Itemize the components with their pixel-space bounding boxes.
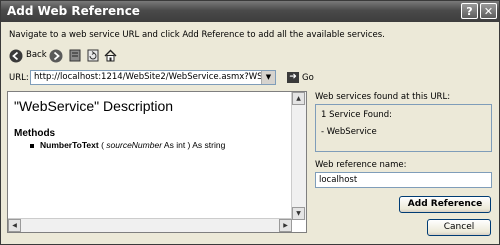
scroll-left-icon[interactable]: ◀ [8, 219, 21, 232]
help-button[interactable]: ? [461, 3, 478, 19]
services-found-label: Web services found at this URL: [315, 92, 451, 102]
method-name-link[interactable]: NumberToText [40, 140, 99, 150]
back-button[interactable]: Back [9, 48, 51, 64]
chevron-down-icon[interactable]: ▼ [261, 71, 275, 84]
title-bar: Add Web Reference ? ✕ [1, 1, 499, 22]
home-icon[interactable] [104, 49, 117, 62]
stop-icon[interactable] [69, 49, 81, 62]
go-label: Go [302, 73, 314, 83]
back-label: Back [26, 50, 47, 60]
cancel-button[interactable]: Cancel [427, 219, 491, 236]
go-button[interactable]: ➜ Go [285, 70, 315, 85]
add-web-reference-dialog: Add Web Reference ? ✕ Navigate to a web … [0, 0, 500, 245]
bullet-icon [30, 143, 34, 148]
url-label: URL: [9, 73, 29, 83]
close-button[interactable]: ✕ [480, 3, 497, 19]
instruction-text: Navigate to a web service URL and click … [9, 30, 385, 40]
scroll-right-icon[interactable]: ▶ [279, 219, 292, 232]
service-title: "WebService" Description [14, 98, 174, 114]
reference-name-label: Web reference name: [315, 160, 407, 170]
url-input[interactable]: http://localhost:1214/WebSite2/WebServic… [30, 70, 276, 85]
reference-name-input[interactable]: localhost [315, 172, 492, 188]
method-signature-rest: As int ) As string [162, 140, 226, 150]
forward-button[interactable] [49, 49, 63, 63]
service-item: - WebService [321, 127, 377, 137]
services-count-text: 1 Service Found: [321, 110, 393, 120]
back-arrow-icon [9, 49, 23, 63]
go-arrow-icon: ➜ [287, 72, 299, 83]
methods-heading: Methods [14, 128, 56, 139]
scroll-up-icon[interactable]: ▲ [292, 92, 305, 105]
method-item: NumberToText ( sourceNumber As int ) As … [30, 140, 225, 150]
vertical-scrollbar[interactable]: ▲ ▼ [291, 92, 306, 220]
dialog-title: Add Web Reference [7, 4, 140, 18]
scroll-down-icon[interactable]: ▼ [292, 207, 305, 220]
horizontal-scrollbar[interactable]: ◀ ▶ [8, 218, 292, 232]
refresh-icon[interactable] [87, 49, 99, 62]
url-value: http://localhost:1214/WebSite2/WebServic… [34, 72, 274, 82]
add-reference-button[interactable]: Add Reference [399, 196, 491, 213]
method-param: sourceNumber [106, 140, 163, 150]
services-found-list: 1 Service Found: - WebService [315, 104, 492, 152]
service-description-pane[interactable]: "WebService" Description Methods NumberT… [7, 91, 307, 233]
